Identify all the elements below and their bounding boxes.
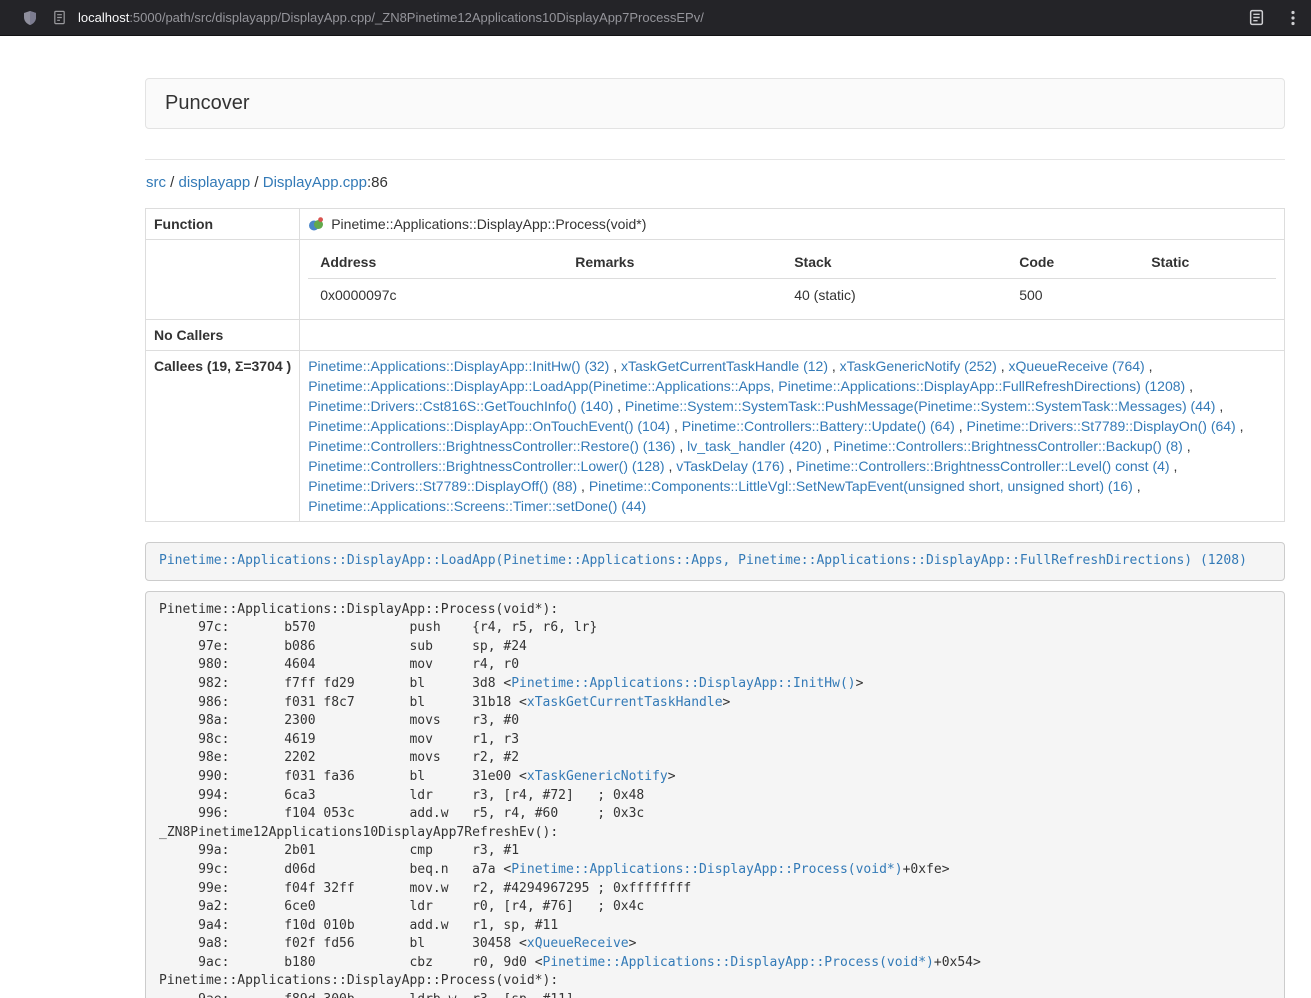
callee-link[interactable]: Pinetime::Controllers::BrightnessControl… [796,458,1169,474]
callee-link[interactable]: vTaskDelay (176) [676,458,784,474]
callee-link[interactable]: Pinetime::Drivers::St7789::DisplayOff() … [308,478,577,494]
highlighted-symbol-link[interactable]: Pinetime::Applications::DisplayApp::Load… [159,553,1247,568]
disasm-symbol-link[interactable]: xQueueReceive [527,936,629,951]
callers-cell [300,320,1285,351]
app-header: Puncover [145,78,1285,129]
disasm-symbol-link[interactable]: xTaskGetCurrentTaskHandle [527,695,723,710]
callee-link[interactable]: Pinetime::Components::LittleVgl::SetNewT… [589,478,1133,494]
disasm-symbol-link[interactable]: Pinetime::Applications::DisplayApp::Proc… [511,862,902,877]
callee-link[interactable]: Pinetime::Drivers::St7789::DisplayOn() (… [967,418,1236,434]
disasm-symbol-link[interactable]: Pinetime::Applications::DisplayApp::Init… [511,676,855,691]
breadcrumb-separator: / [250,174,263,191]
highlighted-symbol-box: Pinetime::Applications::DisplayApp::Load… [145,542,1285,581]
callee-link[interactable]: Pinetime::Controllers::BrightnessControl… [308,438,675,454]
breadcrumb-link[interactable]: displayapp [179,174,251,191]
callee-link[interactable]: Pinetime::Controllers::Battery::Update()… [682,418,955,434]
breadcrumb-link[interactable]: src [146,174,166,191]
no-callers-label: No Callers [146,320,300,351]
function-table: Function Pinetime::Applications::Display… [145,208,1285,522]
url-text: localhost:5000/path/src/displayapp/Displ… [78,10,704,25]
browser-toolbar: localhost:5000/path/src/displayapp/Displ… [0,0,1311,36]
callee-link[interactable]: Pinetime::Applications::DisplayApp::Load… [308,378,1185,394]
page-title: Puncover [165,92,1265,115]
details-value-row: 0x0000097c 40 (static) 500 [308,279,1276,312]
callee-link[interactable]: Pinetime::Controllers::BrightnessControl… [833,438,1182,454]
url-bar[interactable]: localhost:5000/path/src/displayapp/Displ… [52,10,1248,25]
callee-link[interactable]: xTaskGenericNotify (252) [840,358,997,374]
table-row-function: Function Pinetime::Applications::Display… [146,209,1285,240]
table-row-callees: Callees (19, Σ=3704 ) Pinetime::Applicat… [146,351,1285,522]
function-name: Pinetime::Applications::DisplayApp::Proc… [331,214,646,234]
col-remarks: Remarks [563,246,782,279]
callee-link[interactable]: xQueueReceive (764) [1009,358,1145,374]
page-container: Puncover src / displayapp / DisplayApp.c… [145,36,1285,998]
callee-link[interactable]: Pinetime::Drivers::Cst816S::GetTouchInfo… [308,398,613,414]
table-row-no-callers: No Callers [146,320,1285,351]
disasm-symbol-link[interactable]: Pinetime::Applications::DisplayApp::Proc… [543,955,934,970]
remarks-value [563,279,782,312]
callee-link[interactable]: lv_task_handler (420) [687,438,822,454]
reader-mode-icon[interactable] [1248,9,1265,26]
breadcrumb-line-number: :86 [367,174,388,191]
divider [145,159,1285,160]
callees-label: Callees (19, Σ=3704 ) [146,351,300,522]
callee-link[interactable]: Pinetime::Applications::DisplayApp::OnTo… [308,418,670,434]
col-static: Static [1139,246,1276,279]
table-row-details: Address Remarks Stack Code Static 0x0000… [146,240,1285,320]
col-stack: Stack [782,246,1007,279]
url-path: :5000/path/src/displayapp/DisplayApp.cpp… [129,10,704,25]
code-value: 500 [1007,279,1139,312]
breadcrumb-link[interactable]: DisplayApp.cpp [263,174,367,191]
col-address: Address [308,246,563,279]
function-title: Pinetime::Applications::DisplayApp::Proc… [308,214,1276,234]
static-value [1139,279,1276,312]
function-row-label: Function [146,209,300,240]
details-table: Address Remarks Stack Code Static 0x0000… [308,246,1276,311]
breadcrumb: src / displayapp / DisplayApp.cpp:86 [146,173,1285,193]
col-code: Code [1007,246,1139,279]
disassembly-block: Pinetime::Applications::DisplayApp::Proc… [145,591,1285,998]
address-value: 0x0000097c [308,279,563,312]
callee-link[interactable]: Pinetime::Controllers::BrightnessControl… [308,458,664,474]
function-type-icon [308,216,324,232]
menu-kebab-icon[interactable] [1291,10,1295,26]
callees-cell: Pinetime::Applications::DisplayApp::Init… [300,351,1285,522]
breadcrumb-separator: / [166,174,179,191]
callee-link[interactable]: Pinetime::System::SystemTask::PushMessag… [625,398,1216,414]
details-row-label [146,240,300,320]
callee-link[interactable]: Pinetime::Applications::DisplayApp::Init… [308,358,609,374]
stack-value: 40 (static) [782,279,1007,312]
toolbar-actions [1248,9,1311,26]
callee-link[interactable]: Pinetime::Applications::Screens::Timer::… [308,498,646,514]
details-header-row: Address Remarks Stack Code Static [308,246,1276,279]
tracking-protection-shield-icon[interactable] [22,10,38,26]
callee-link[interactable]: xTaskGetCurrentTaskHandle (12) [621,358,828,374]
page-icon [52,10,67,25]
url-host: localhost [78,10,129,25]
disasm-symbol-link[interactable]: xTaskGenericNotify [527,769,668,784]
